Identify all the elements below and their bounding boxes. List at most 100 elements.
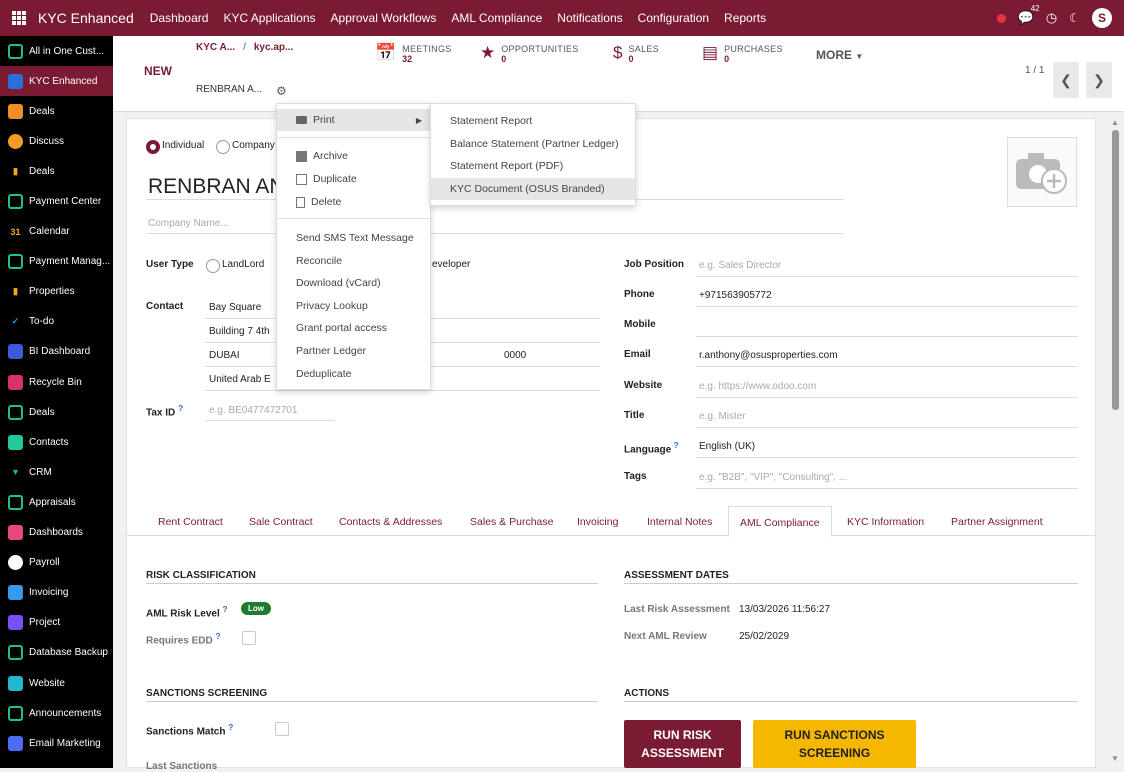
sidebar-item-deals[interactable]: Deals [0, 397, 113, 427]
tab-kyc-information[interactable]: KYC Information [847, 516, 924, 528]
language-field[interactable]: English (UK) [699, 441, 755, 452]
sidebar-item-contacts[interactable]: Contacts [0, 427, 113, 457]
clock-icon[interactable]: ◷ [1046, 10, 1057, 26]
radio-individual-label[interactable]: Individual [162, 140, 204, 151]
sidebar-item-appraisals[interactable]: Appraisals [0, 487, 113, 517]
tab-internal-notes[interactable]: Internal Notes [647, 516, 712, 528]
scroll-thumb[interactable] [1112, 130, 1119, 410]
partner-name-field[interactable]: RENBRAN AN [148, 175, 285, 199]
sanctions-match-checkbox[interactable] [275, 722, 289, 736]
tab-invoicing[interactable]: Invoicing [577, 516, 618, 528]
scroll-down-icon[interactable]: ▼ [1111, 754, 1119, 763]
stat-sales[interactable]: $ SALES 0 [613, 44, 659, 65]
zip-field[interactable]: 0000 [504, 350, 526, 361]
gear-icon[interactable]: ⚙ [276, 84, 287, 98]
radio-company-label[interactable]: Company [232, 140, 275, 151]
avatar-upload[interactable] [1007, 137, 1077, 207]
stat-opportunities[interactable]: ★ OPPORTUNITIES 0 [480, 44, 579, 65]
help-icon[interactable]: ? [228, 722, 233, 732]
menu-partner-ledger[interactable]: Partner Ledger [277, 340, 430, 362]
run-risk-assessment-button[interactable]: RUN RISK ASSESSMENT [624, 720, 741, 768]
tab-contacts-addresses[interactable]: Contacts & Addresses [339, 516, 442, 528]
menu-kyc-applications[interactable]: KYC Applications [223, 11, 315, 25]
page-scrollbar[interactable]: ▲ ▼ [1108, 118, 1124, 768]
website-field[interactable]: e.g. https://www.odoo.com [699, 381, 816, 392]
sidebar-item-project[interactable]: Project [0, 608, 113, 638]
user-avatar[interactable]: S [1092, 8, 1112, 28]
pager-next-button[interactable]: ❯ [1086, 62, 1112, 98]
sidebar-item-discuss[interactable]: Discuss [0, 126, 113, 156]
menu-reports[interactable]: Reports [724, 11, 766, 25]
app-grid-icon[interactable] [12, 11, 28, 25]
tags-field[interactable]: e.g. "B2B", "VIP", "Consulting", ... [699, 472, 847, 483]
menu-grant-portal-access[interactable]: Grant portal access [277, 317, 430, 339]
radio-individual[interactable] [146, 140, 160, 154]
menu-delete[interactable]: Delete [277, 191, 430, 213]
tab-rent-contract[interactable]: Rent Contract [158, 516, 223, 528]
sidebar-item-recycle-bin[interactable]: Recycle Bin [0, 367, 113, 397]
sidebar-item-crm[interactable]: ▼ CRM [0, 457, 113, 487]
run-sanctions-screening-button[interactable]: RUN SANCTIONS SCREENING [753, 720, 916, 768]
phone-field[interactable]: +971563905772 [699, 290, 772, 301]
menu-download-vcard[interactable]: Download (vCard) [277, 272, 430, 294]
breadcrumb-root[interactable]: KYC A... [196, 42, 235, 53]
sidebar-item-to-do[interactable]: ✓ To-do [0, 307, 113, 337]
menu-duplicate[interactable]: Duplicate [277, 168, 430, 190]
email-field[interactable]: r.anthony@osusproperties.com [699, 350, 838, 361]
stat-purchases[interactable]: ▤ PURCHASES 0 [702, 44, 783, 65]
breadcrumb-current[interactable]: kyc.ap... [254, 42, 293, 53]
menu-notifications[interactable]: Notifications [557, 11, 622, 25]
menu-approval-workflows[interactable]: Approval Workflows [331, 11, 437, 25]
pager-value[interactable]: 1 / 1 [1025, 65, 1044, 76]
street-field[interactable]: Bay Square [209, 302, 261, 313]
title-field[interactable]: e.g. Mister [699, 411, 746, 422]
sidebar-item-kyc-enhanced[interactable]: KYC Enhanced [0, 66, 113, 97]
sidebar-item-announcements[interactable]: Announcements [0, 698, 113, 728]
help-icon[interactable]: ? [223, 604, 228, 614]
tab-sale-contract[interactable]: Sale Contract [249, 516, 313, 528]
moon-icon[interactable]: ☾ [1069, 11, 1080, 25]
city-field[interactable]: DUBAI [209, 350, 240, 361]
menu-deduplicate[interactable]: Deduplicate [277, 363, 430, 385]
menu-dashboard[interactable]: Dashboard [150, 11, 209, 25]
pager-prev-button[interactable]: ❮ [1053, 62, 1079, 98]
chat-icon[interactable]: 💬 42 [1018, 4, 1040, 26]
recording-dot-icon[interactable] [996, 13, 1006, 23]
tab-sales-purchase[interactable]: Sales & Purchase [470, 516, 553, 528]
sidebar-item-payroll[interactable]: Payroll [0, 548, 113, 578]
company-name-field[interactable]: Company Name... [148, 218, 229, 229]
sidebar-item-all-in-one-cust[interactable]: All in One Cust... [0, 36, 113, 66]
new-button[interactable]: NEW [144, 64, 172, 78]
scroll-up-icon[interactable]: ▲ [1111, 118, 1119, 127]
sidebar-item-payment-manag[interactable]: Payment Manag... [0, 247, 113, 277]
sidebar-item-website[interactable]: Website [0, 668, 113, 698]
radio-landlord[interactable] [206, 259, 220, 273]
menu-archive[interactable]: Archive [277, 145, 430, 167]
country-field[interactable]: United Arab E [209, 374, 271, 385]
sidebar-item-deals[interactable]: ▮ Deals [0, 156, 113, 186]
print-statement-report-pdf[interactable]: Statement Report (PDF) [431, 155, 635, 177]
help-icon[interactable]: ? [178, 403, 183, 413]
risk-level-badge[interactable]: Low [241, 602, 271, 615]
print-statement-report[interactable]: Statement Report [431, 110, 635, 132]
stat-meetings[interactable]: 📅 MEETINGS 32 [375, 44, 452, 65]
sidebar-item-invoicing[interactable]: Invoicing [0, 578, 113, 608]
tab-partner-assignment[interactable]: Partner Assignment [951, 516, 1043, 528]
menu-send-sms-text-message[interactable]: Send SMS Text Message [277, 227, 430, 249]
menu-configuration[interactable]: Configuration [638, 11, 709, 25]
menu-privacy-lookup[interactable]: Privacy Lookup [277, 295, 430, 317]
menu-aml-compliance[interactable]: AML Compliance [451, 11, 542, 25]
radio-company[interactable] [216, 140, 230, 154]
more-dropdown[interactable]: MORE ▼ [816, 48, 863, 62]
menu-reconcile[interactable]: Reconcile [277, 250, 430, 272]
sidebar-item-payment-center[interactable]: Payment Center [0, 186, 113, 216]
sidebar-item-properties[interactable]: ▮ Properties [0, 277, 113, 307]
sidebar-item-deals[interactable]: Deals [0, 96, 113, 126]
tax-id-field[interactable]: e.g. BE0477472701 [209, 405, 297, 416]
print-balance-statement[interactable]: Balance Statement (Partner Ledger) [431, 133, 635, 155]
radio-developer-label[interactable]: eveloper [432, 259, 470, 270]
sidebar-item-database-backup[interactable]: Database Backup [0, 638, 113, 668]
help-icon[interactable]: ? [215, 631, 220, 641]
requires-edd-checkbox[interactable] [242, 631, 256, 645]
print-kyc-document[interactable]: KYC Document (OSUS Branded) [431, 178, 635, 200]
